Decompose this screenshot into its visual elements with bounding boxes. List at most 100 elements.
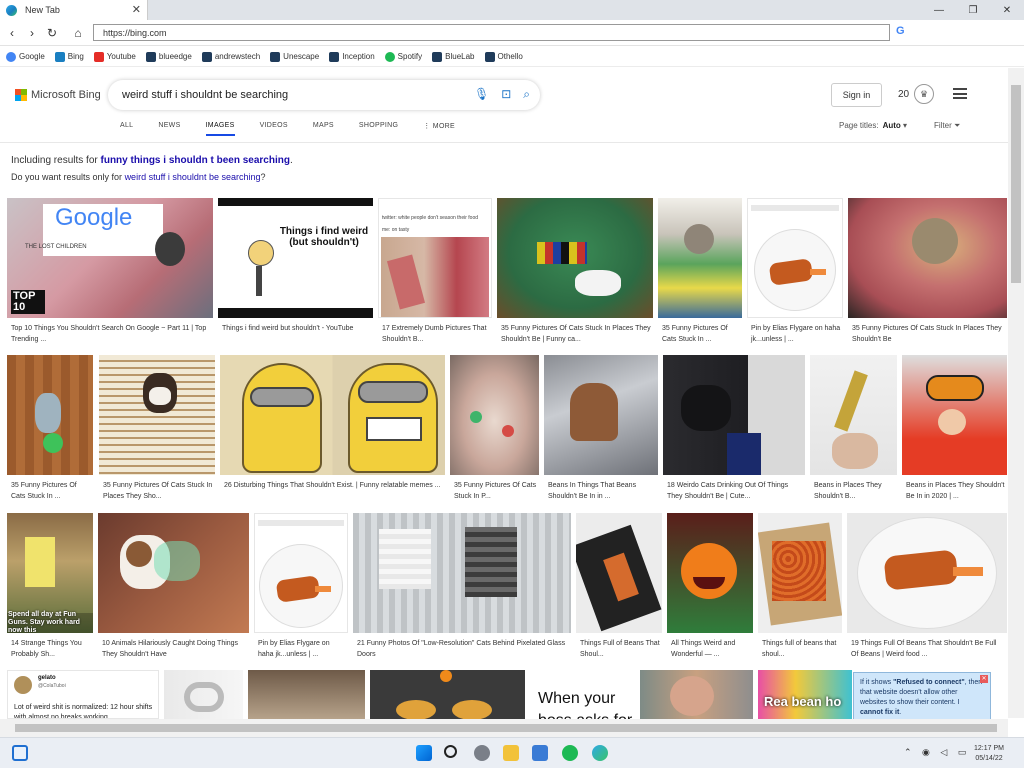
image-result[interactable]: 18 Weirdo Cats Drinking Out Of Things Th… xyxy=(663,355,805,505)
horizontal-scroll-thumb[interactable] xyxy=(15,724,997,732)
google-extension-icon[interactable]: G xyxy=(896,25,905,37)
image-result[interactable]: Things Full of Beans That Shoul... xyxy=(576,513,662,665)
result-thumbnail[interactable]: Rea bean ho xyxy=(758,670,852,719)
image-result[interactable]: 35 Funny Pictures Of Cats Stuck In Place… xyxy=(848,198,1007,348)
minimize-icon[interactable]: — xyxy=(922,0,956,20)
image-result[interactable]: 35 Funny Pictures Of Cats Stuck In P... xyxy=(450,355,539,505)
result-thumbnail[interactable] xyxy=(98,513,249,633)
bookmark-spotify[interactable]: Spotify xyxy=(384,51,422,62)
close-notice-icon[interactable]: ✕ xyxy=(980,675,988,683)
result-thumbnail[interactable] xyxy=(353,513,571,633)
visual-search-icon[interactable]: ⊡ xyxy=(501,87,511,102)
home-icon[interactable]: ⌂ xyxy=(68,26,88,40)
search-icon[interactable]: ⌕ xyxy=(523,87,530,102)
microphone-icon[interactable]: 🎙 xyxy=(474,87,489,102)
result-thumbnail[interactable] xyxy=(667,513,753,633)
bookmark-andrewstech[interactable]: andrewstech xyxy=(201,51,260,62)
forward-icon[interactable]: › xyxy=(22,26,42,40)
image-result[interactable]: 21 Funny Photos Of "Low-Resolution" Cats… xyxy=(353,513,571,665)
result-thumbnail[interactable]: Spend all day at Fun Guns. Stay work har… xyxy=(7,513,93,633)
image-result[interactable]: All Things Weird and Wonderful — ... xyxy=(667,513,753,665)
result-thumbnail[interactable]: gelato @ColaTuboi Lot of weird shit is n… xyxy=(7,670,159,719)
scope-videos[interactable]: VIDEOS xyxy=(260,122,288,136)
bookmark-bing[interactable]: Bing xyxy=(54,51,84,62)
settings-gear-icon[interactable] xyxy=(474,745,490,761)
file-explorer-icon[interactable] xyxy=(503,745,519,761)
image-result[interactable]: 35 Funny Pictures Of Cats Stuck In Place… xyxy=(99,355,215,505)
result-thumbnail[interactable] xyxy=(658,198,742,318)
vertical-scrollbar[interactable] xyxy=(1008,68,1024,718)
scope-maps[interactable]: MAPS xyxy=(313,122,334,136)
image-result[interactable]: Beans in Places They Shouldn't B... xyxy=(810,355,897,505)
bookmark-unescape[interactable]: Unescape xyxy=(270,51,319,62)
result-thumbnail[interactable] xyxy=(576,513,662,633)
spotify-taskbar-icon[interactable] xyxy=(562,745,578,761)
result-thumbnail[interactable] xyxy=(497,198,653,318)
result-thumbnail[interactable]: When your boss asks for xyxy=(530,670,635,719)
result-thumbnail[interactable] xyxy=(450,355,539,475)
image-result[interactable]: 35 Funny Pictures Of Cats Stuck In ... xyxy=(658,198,742,348)
scope-news[interactable]: NEWS xyxy=(158,122,180,136)
image-result[interactable]: Rea bean ho xyxy=(758,670,852,719)
refresh-icon[interactable]: ↻ xyxy=(42,26,62,40)
page-titles-toggle[interactable]: Page titles: Auto ▾ xyxy=(839,121,907,130)
image-result[interactable]: gelato @ColaTuboi Lot of weird shit is n… xyxy=(7,670,159,719)
image-result[interactable]: 19 Things Full Of Beans That Shouldn't B… xyxy=(847,513,1007,665)
result-thumbnail[interactable] xyxy=(847,513,1007,633)
result-thumbnail[interactable] xyxy=(370,670,525,719)
image-result[interactable] xyxy=(248,670,365,719)
close-window-icon[interactable]: ✕ xyxy=(990,0,1024,20)
result-thumbnail[interactable] xyxy=(164,670,243,719)
bookmark-youtube[interactable]: Youtube xyxy=(93,51,136,62)
scope-shopping[interactable]: SHOPPING xyxy=(359,122,398,136)
image-result[interactable] xyxy=(370,670,525,719)
close-tab-icon[interactable]: ✕ xyxy=(132,3,141,16)
bookmark-google[interactable]: Google xyxy=(6,51,45,62)
store-icon[interactable] xyxy=(532,745,548,761)
result-thumbnail[interactable] xyxy=(758,513,842,633)
original-query-link[interactable]: weird stuff i shouldnt be searching xyxy=(125,172,261,182)
including-query-link[interactable]: funny things i shouldn t been searching xyxy=(101,155,290,166)
bookmark-blueedge[interactable]: blueedge xyxy=(145,51,192,62)
result-thumbnail[interactable] xyxy=(747,198,843,318)
result-thumbnail[interactable] xyxy=(810,355,897,475)
horizontal-scrollbar[interactable] xyxy=(0,719,1008,737)
vertical-scroll-thumb[interactable] xyxy=(1011,85,1021,283)
scope-more[interactable]: ⋮ MORE xyxy=(423,122,455,136)
search-input[interactable]: weird stuff i shouldnt be searching 🎙 ⊡ … xyxy=(108,80,540,110)
result-thumbnail[interactable] xyxy=(7,355,93,475)
result-thumbnail[interactable] xyxy=(99,355,215,475)
image-result[interactable]: Spend all day at Fun Guns. Stay work har… xyxy=(7,513,93,665)
image-result[interactable]: 35 Funny Pictures Of Cats Stuck In Place… xyxy=(497,198,653,348)
image-result[interactable]: When your boss asks for xyxy=(530,670,635,719)
result-thumbnail[interactable]: twitter: white people don't season their… xyxy=(378,198,492,318)
hamburger-menu-icon[interactable] xyxy=(953,88,967,99)
result-thumbnail[interactable] xyxy=(220,355,445,475)
image-result[interactable]: 26 Disturbing Things That Shouldn't Exis… xyxy=(220,355,445,505)
result-thumbnail[interactable] xyxy=(248,670,365,719)
image-result[interactable] xyxy=(164,670,243,719)
system-tray[interactable]: ⌃ ◉ ◁ ▭ xyxy=(904,747,970,758)
restore-icon[interactable]: ❐ xyxy=(956,0,990,20)
edge-taskbar-icon[interactable] xyxy=(592,745,608,761)
filter-button[interactable]: Filter ⏷ xyxy=(934,121,960,131)
bookmark-othello[interactable]: Othello xyxy=(484,51,523,62)
image-result[interactable]: Pin by Elias Flygare on haha jk...unless… xyxy=(254,513,348,665)
result-thumbnail[interactable] xyxy=(663,355,805,475)
image-result[interactable]: 10 Animals Hilariously Caught Doing Thin… xyxy=(98,513,249,665)
result-thumbnail[interactable]: Google THE LOST CHILDREN TOP 10 xyxy=(7,198,213,318)
sign-in-button[interactable]: Sign in xyxy=(831,83,882,107)
image-result[interactable]: Google THE LOST CHILDREN TOP 10 Top 10 T… xyxy=(7,198,213,348)
search-taskbar-icon[interactable] xyxy=(444,745,457,758)
address-bar[interactable]: https://bing.com xyxy=(93,24,890,41)
image-result[interactable]: 35 Funny Pictures Of Cats Stuck In ... xyxy=(7,355,93,505)
windows-start-icon[interactable] xyxy=(416,745,432,761)
image-result[interactable]: Pin by Elias Flygare on haha jk...unless… xyxy=(747,198,843,348)
browser-tab[interactable]: New Tab ✕ xyxy=(0,0,148,20)
rewards-medal-icon[interactable]: ♛ xyxy=(914,84,934,104)
result-thumbnail[interactable]: Things i find weird (but shouldn't) xyxy=(218,198,373,318)
image-result[interactable]: Things i find weird (but shouldn't) Thin… xyxy=(218,198,373,348)
image-result[interactable]: Things full of beans that shoul... xyxy=(758,513,842,665)
bookmark-inception[interactable]: Inception xyxy=(329,51,375,62)
task-view-icon[interactable] xyxy=(12,745,28,761)
